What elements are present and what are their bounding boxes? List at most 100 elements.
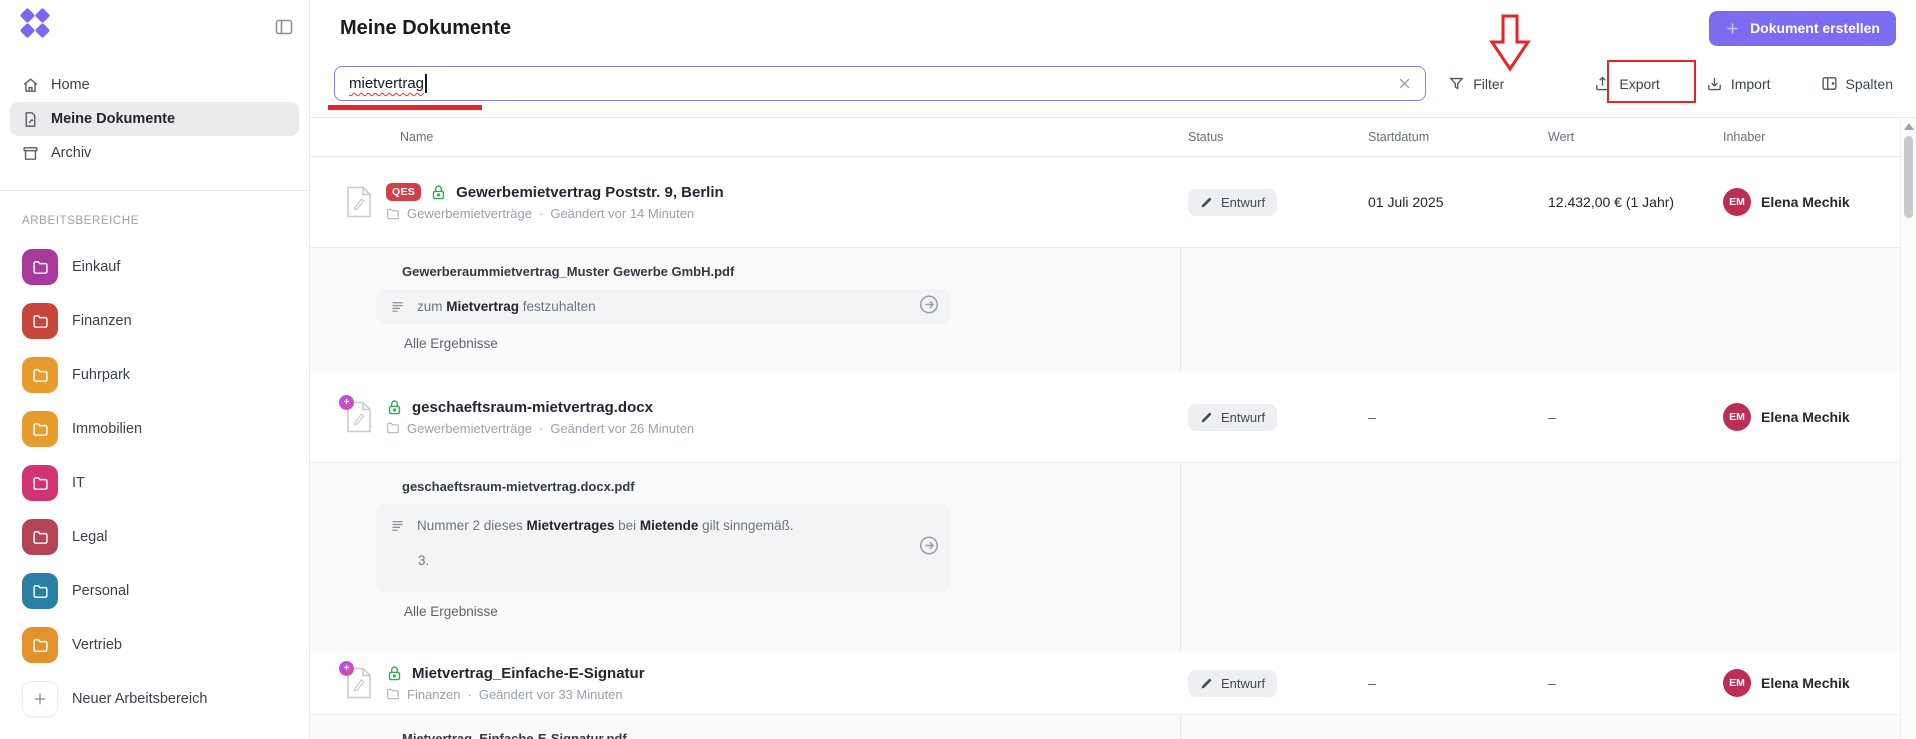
page-title: Meine Dokumente — [340, 17, 511, 40]
sidebar-item-label: Home — [51, 77, 90, 93]
scroll-up-icon[interactable] — [1904, 123, 1914, 130]
open-result-icon[interactable] — [918, 293, 940, 320]
ai-badge-icon: + — [339, 661, 354, 676]
clear-search-icon[interactable] — [1397, 76, 1413, 92]
table-header-row: Name Status Startdatum Wert Inhaber — [310, 118, 1900, 157]
document-name-cell: QES Gewerbemietvertrag Poststr. 9, Berli… — [340, 183, 1180, 221]
all-results-link[interactable]: Alle Ergebnisse — [404, 336, 498, 365]
columns-label: Spalten — [1846, 76, 1893, 92]
avatar: EM — [1723, 669, 1751, 697]
sidebar-item-finanzen[interactable]: Finanzen — [22, 302, 299, 340]
column-header-inhaber[interactable]: Inhaber — [1715, 130, 1880, 144]
document-meta: Gewerbemietverträge · Geändert vor 14 Mi… — [386, 206, 724, 221]
document-name-cell: + geschaeftsraum-mietvertrag.docx Gewerb… — [340, 399, 1180, 436]
sidebar-divider — [0, 190, 309, 191]
workspace-label: IT — [72, 475, 85, 491]
column-header-startdatum[interactable]: Startdatum — [1360, 130, 1540, 144]
sidebar-item-label: Meine Dokumente — [51, 111, 175, 127]
sidebar-item-einkauf[interactable]: Einkauf — [22, 248, 299, 286]
document-title[interactable]: Gewerbemietvertrag Poststr. 9, Berlin — [456, 184, 724, 201]
workspace-list: Einkauf Finanzen Fuhrpark Immobilien IT … — [22, 248, 299, 734]
import-label: Import — [1731, 76, 1771, 92]
document-title[interactable]: Mietvertrag_Einfache-E-Signatur — [412, 665, 645, 682]
separator-dot: · — [467, 687, 471, 702]
sidebar-collapse-icon[interactable] — [273, 17, 295, 39]
result-file-name[interactable]: Gewerberaummietvertrag_Muster Gewerbe Gm… — [402, 264, 1900, 279]
document-meta: Finanzen · Geändert vor 33 Minuten — [386, 687, 645, 702]
search-input[interactable]: mietvertrag — [334, 66, 1426, 101]
documents-table: Name Status Startdatum Wert Inhaber QES — [310, 118, 1900, 739]
document-name-cell: + Mietvertrag_Einfache-E-Signatur Finanz… — [340, 665, 1180, 702]
result-file-name[interactable]: geschaeftsraum-mietvertrag.docx.pdf — [402, 479, 1900, 494]
table-row[interactable]: + geschaeftsraum-mietvertrag.docx Gewerb… — [310, 372, 1900, 462]
funnel-icon — [1448, 75, 1465, 92]
import-button[interactable]: Import — [1706, 75, 1771, 92]
text-lines-icon — [390, 518, 405, 533]
draft-document-icon: + — [346, 667, 372, 699]
status-label: Entwurf — [1221, 676, 1265, 691]
pencil-icon — [1200, 677, 1213, 690]
wert-cell: 12.432,00 € (1 Jahr) — [1540, 194, 1715, 210]
startdatum-cell: 01 Juli 2025 — [1360, 194, 1540, 210]
result-snippet[interactable]: zum Mietvertrag festzuhalten — [376, 289, 950, 324]
sidebar-item-immobilien[interactable]: Immobilien — [22, 410, 299, 448]
document-modified: Geändert vor 26 Minuten — [550, 421, 694, 436]
plus-icon — [1725, 21, 1740, 36]
status-cell: Entwurf — [1180, 404, 1360, 431]
sidebar-item-legal[interactable]: Legal — [22, 518, 299, 556]
sidebar-item-meine-dokumente[interactable]: Meine Dokumente — [10, 102, 299, 136]
scrollbar-thumb[interactable] — [1904, 136, 1913, 218]
status-badge[interactable]: Entwurf — [1188, 404, 1277, 431]
table-row[interactable]: QES Gewerbemietvertrag Poststr. 9, Berli… — [310, 157, 1900, 247]
folder-icon — [22, 573, 58, 609]
table-row[interactable]: + Mietvertrag_Einfache-E-Signatur Finanz… — [310, 652, 1900, 714]
sidebar-item-it[interactable]: IT — [22, 464, 299, 502]
sidebar-item-personal[interactable]: Personal — [22, 572, 299, 610]
document-folder: Finanzen — [407, 687, 460, 702]
annotation-underline — [328, 105, 482, 110]
document-title[interactable]: geschaeftsraum-mietvertrag.docx — [412, 399, 653, 416]
avatar: EM — [1723, 403, 1751, 431]
separator-dot: · — [539, 421, 543, 436]
column-header-status[interactable]: Status — [1180, 130, 1360, 144]
column-header-wert[interactable]: Wert — [1540, 130, 1715, 144]
status-badge[interactable]: Entwurf — [1188, 670, 1277, 697]
workspace-label: Personal — [72, 583, 129, 599]
open-result-icon[interactable] — [918, 535, 940, 562]
sidebar: Home Meine Dokumente Archiv ARBEITSBEREI… — [0, 0, 310, 739]
result-snippet[interactable]: Nummer 2 dieses Mietvertrages bei Mieten… — [376, 504, 950, 592]
annotation-arrow-icon — [1488, 14, 1532, 72]
status-label: Entwurf — [1221, 410, 1265, 425]
folder-small-icon — [386, 421, 400, 435]
folder-icon — [22, 303, 58, 339]
main-content: Meine Dokumente Dokument erstellen mietv… — [310, 0, 1916, 739]
filter-label: Filter — [1473, 76, 1504, 92]
result-file-name[interactable]: Mietvertrag_Einfache-E-Signatur.pdf — [402, 731, 1900, 739]
new-workspace-button[interactable]: Neuer Arbeitsbereich — [22, 680, 299, 718]
ai-badge-icon: + — [339, 395, 354, 410]
startdatum-cell: – — [1360, 675, 1540, 691]
plus-icon — [22, 681, 58, 717]
columns-button[interactable]: Spalten — [1821, 75, 1893, 92]
sidebar-item-archiv[interactable]: Archiv — [10, 136, 299, 170]
status-badge[interactable]: Entwurf — [1188, 189, 1277, 216]
sidebar-item-vertrieb[interactable]: Vertrieb — [22, 626, 299, 664]
wert-cell: – — [1540, 409, 1715, 425]
annotation-export-box — [1607, 60, 1696, 103]
create-document-label: Dokument erstellen — [1750, 20, 1880, 36]
folder-icon — [22, 249, 58, 285]
inhaber-cell: EM Elena Mechik — [1715, 669, 1880, 697]
lock-icon — [386, 665, 403, 682]
column-header-name[interactable]: Name — [340, 130, 1180, 144]
create-document-button[interactable]: Dokument erstellen — [1709, 11, 1896, 46]
result-snippet-line2: 3. — [418, 553, 910, 568]
workspaces-section-label: ARBEITSBEREICHE — [22, 215, 139, 227]
vertical-scrollbar[interactable] — [1900, 118, 1916, 739]
sidebar-item-home[interactable]: Home — [10, 68, 299, 102]
filter-button[interactable]: Filter — [1448, 75, 1504, 92]
sidebar-item-label: Archiv — [51, 145, 91, 161]
owner-name: Elena Mechik — [1761, 675, 1850, 691]
all-results-link[interactable]: Alle Ergebnisse — [404, 604, 498, 633]
sidebar-item-fuhrpark[interactable]: Fuhrpark — [22, 356, 299, 394]
page-header: Meine Dokumente Dokument erstellen — [310, 0, 1916, 50]
